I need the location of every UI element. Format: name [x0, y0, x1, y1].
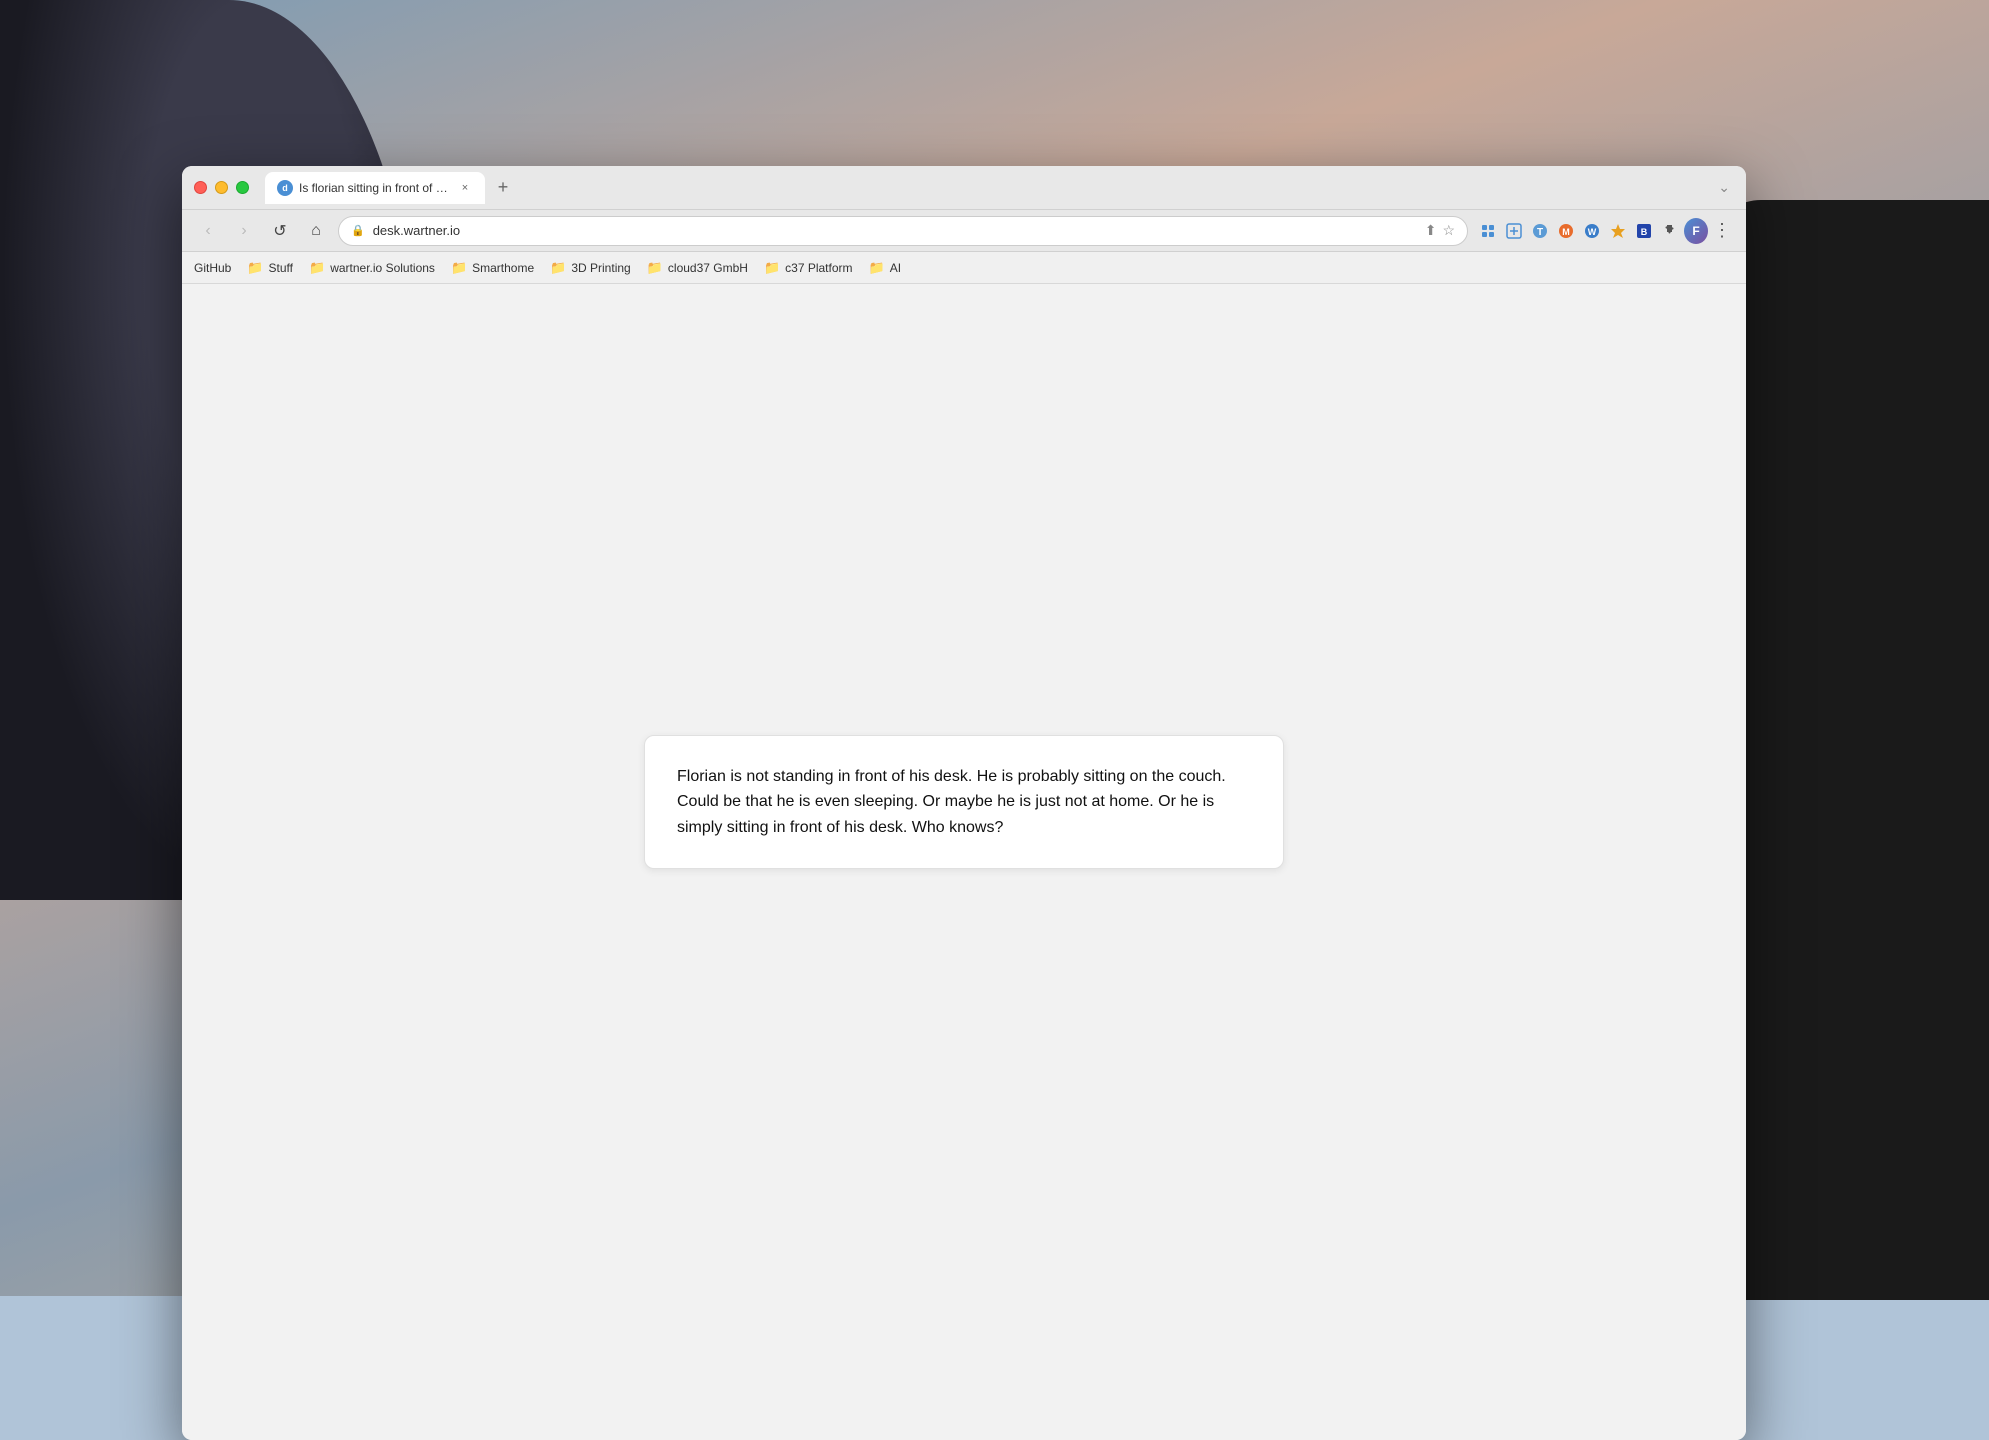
- extension-icons: T M W B F ⋮: [1476, 219, 1734, 243]
- svg-text:B: B: [1641, 227, 1648, 237]
- upload-icon[interactable]: ⬆: [1425, 222, 1437, 239]
- cloud37-label: cloud37 GmbH: [668, 261, 748, 275]
- ext-icon-6[interactable]: [1606, 219, 1630, 243]
- back-button[interactable]: ‹: [194, 217, 222, 245]
- github-label: GitHub: [194, 261, 231, 275]
- profile-avatar[interactable]: F: [1684, 219, 1708, 243]
- tab-close-button[interactable]: ×: [457, 180, 473, 196]
- more-options-icon[interactable]: ⋮: [1710, 219, 1734, 243]
- bookmark-stuff[interactable]: 📁 Stuff: [247, 260, 293, 276]
- window-chevron[interactable]: ⌄: [1714, 175, 1734, 200]
- ext-icon-3[interactable]: T: [1528, 219, 1552, 243]
- ext-icon-4[interactable]: M: [1554, 219, 1578, 243]
- page-content: Florian is not standing in front of his …: [182, 284, 1746, 1440]
- 3dprinting-label: 3D Printing: [571, 261, 630, 275]
- tab-area: d Is florian sitting in front of his... …: [265, 172, 1706, 204]
- nav-bar: ‹ › ↺ ⌂ 🔒 desk.wartner.io ⬆ ☆: [182, 210, 1746, 252]
- wartner-label: wartner.io Solutions: [330, 261, 435, 275]
- folder-icon: 📁: [764, 260, 780, 276]
- window-controls-right: ⌄: [1714, 175, 1734, 200]
- folder-icon: 📁: [550, 260, 566, 276]
- browser-window: d Is florian sitting in front of his... …: [182, 166, 1746, 1440]
- traffic-lights: [194, 181, 249, 194]
- bookmark-c37[interactable]: 📁 c37 Platform: [764, 260, 853, 276]
- bookmark-ai[interactable]: 📁 AI: [869, 260, 902, 276]
- ext-icon-2[interactable]: [1502, 219, 1526, 243]
- c37-label: c37 Platform: [785, 261, 852, 275]
- folder-icon: 📁: [309, 260, 325, 276]
- bookmark-star-icon[interactable]: ☆: [1442, 222, 1455, 239]
- ext-icon-7[interactable]: B: [1632, 219, 1656, 243]
- url-text: desk.wartner.io: [373, 223, 1417, 238]
- folder-icon: 📁: [247, 260, 263, 276]
- ext-icon-5[interactable]: W: [1580, 219, 1604, 243]
- ai-label: AI: [890, 261, 901, 275]
- maximize-button[interactable]: [236, 181, 249, 194]
- bookmark-cloud37[interactable]: 📁 cloud37 GmbH: [647, 260, 748, 276]
- tab-title: Is florian sitting in front of his...: [299, 181, 451, 195]
- forward-button[interactable]: ›: [230, 217, 258, 245]
- title-bar: d Is florian sitting in front of his... …: [182, 166, 1746, 210]
- new-tab-button[interactable]: +: [489, 174, 517, 202]
- bookmark-github[interactable]: GitHub: [194, 261, 231, 275]
- ext-icon-1[interactable]: [1476, 219, 1500, 243]
- stuff-label: Stuff: [269, 261, 293, 275]
- bookmark-3dprinting[interactable]: 📁 3D Printing: [550, 260, 631, 276]
- address-bar-icons: ⬆ ☆: [1425, 222, 1455, 239]
- svg-text:W: W: [1588, 227, 1597, 237]
- lock-icon: 🔒: [351, 224, 365, 237]
- bookmark-smarthome[interactable]: 📁 Smarthome: [451, 260, 534, 276]
- answer-card: Florian is not standing in front of his …: [644, 735, 1284, 870]
- close-button[interactable]: [194, 181, 207, 194]
- bookmarks-bar: GitHub 📁 Stuff 📁 wartner.io Solutions 📁 …: [182, 252, 1746, 284]
- folder-icon: 📁: [451, 260, 467, 276]
- smarthome-label: Smarthome: [472, 261, 534, 275]
- tab-favicon: d: [277, 180, 293, 196]
- folder-icon: 📁: [647, 260, 663, 276]
- home-button[interactable]: ⌂: [302, 217, 330, 245]
- svg-text:M: M: [1562, 227, 1570, 237]
- folder-icon: 📁: [869, 260, 885, 276]
- active-tab[interactable]: d Is florian sitting in front of his... …: [265, 172, 485, 204]
- minimize-button[interactable]: [215, 181, 228, 194]
- extensions-puzzle-icon[interactable]: [1658, 219, 1682, 243]
- bookmark-wartner[interactable]: 📁 wartner.io Solutions: [309, 260, 435, 276]
- answer-text: Florian is not standing in front of his …: [677, 764, 1251, 841]
- reload-button[interactable]: ↺: [266, 217, 294, 245]
- address-bar[interactable]: 🔒 desk.wartner.io ⬆ ☆: [338, 216, 1468, 246]
- svg-text:T: T: [1537, 227, 1543, 238]
